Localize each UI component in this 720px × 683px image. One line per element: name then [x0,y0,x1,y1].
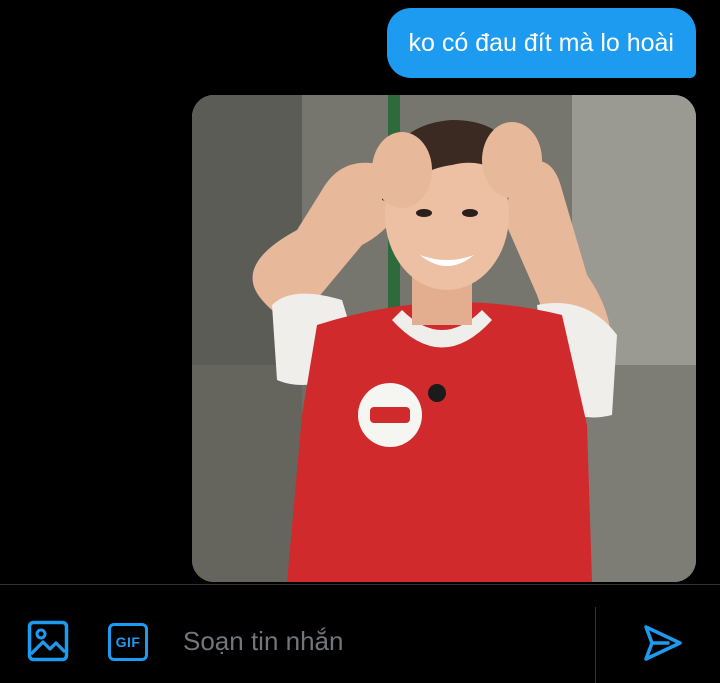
conversation-area: ko có đau đít mà lo hoài [0,0,720,584]
photo-illustration [192,95,696,582]
message-text: ko có đau đít mà lo hoài [408,28,674,57]
send-icon [644,625,682,661]
send-button[interactable] [640,621,684,665]
gif-icon: GIF [108,623,148,661]
message-bubble[interactable]: ko có đau đít mà lo hoài [386,8,696,78]
add-image-button[interactable] [26,619,70,663]
composer-divider [595,607,596,683]
message-input[interactable]: Soạn tin nhắn [183,621,583,661]
message-image[interactable] [192,95,696,582]
message-composer: GIF Soạn tin nhắn [0,584,720,683]
message-input-placeholder: Soạn tin nhắn [183,625,344,656]
gif-button[interactable]: GIF [105,619,151,665]
image-icon [27,620,69,662]
